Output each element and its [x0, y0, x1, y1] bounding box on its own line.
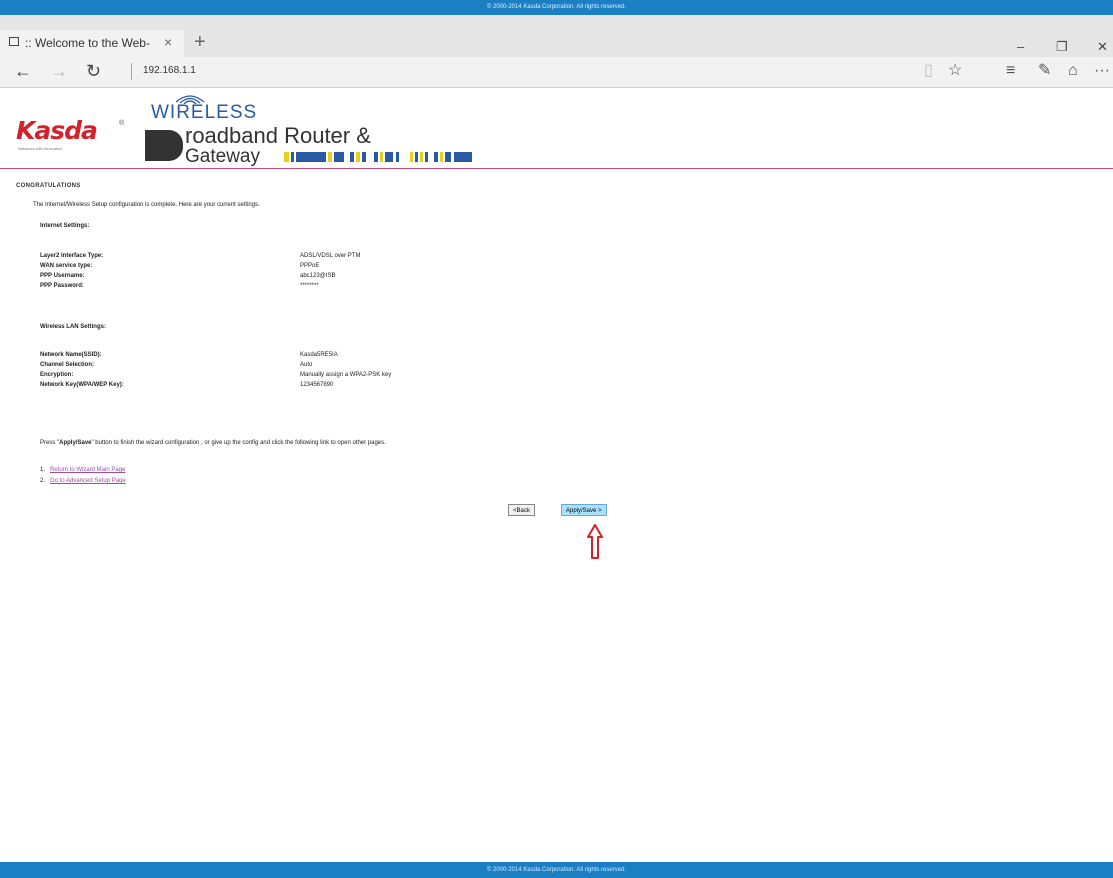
browser-address-bar: ← → ↻ 192.168.1.1 ▯ ☆ ≡ ✎ ⌂ ··· — [0, 57, 1113, 88]
red-arrow-annotation-icon — [587, 524, 603, 559]
forward-icon[interactable]: → — [50, 61, 68, 81]
setting-value: Auto — [300, 362, 313, 368]
instruction-prefix: Press " — [40, 440, 60, 446]
share-icon[interactable]: ⌂ — [1068, 62, 1078, 80]
router-header: Kasda ® Networks with Innovation WIRELES… — [0, 88, 1113, 167]
restore-button[interactable]: ❐ — [1056, 39, 1068, 55]
page-title: CONGRATULATIONS — [16, 183, 81, 189]
product-title-line2: Gateway — [185, 146, 260, 167]
setting-label: Encryption: — [40, 372, 74, 378]
setting-value: ******** — [300, 283, 319, 289]
instruction-suffix: " button to finish the wizard configurat… — [91, 440, 386, 446]
browser-tab[interactable]: :: Welcome to the Web- × — [0, 30, 184, 57]
setting-value: PPPoE — [300, 263, 320, 269]
new-tab-button[interactable]: + — [194, 32, 206, 52]
setting-label: WAN service type: — [40, 263, 93, 269]
tab-title: :: Welcome to the Web- — [25, 36, 150, 50]
minimize-button[interactable]: ‒ — [1017, 39, 1024, 54]
wireless-settings-heading: Wireless LAN Settings: — [40, 324, 106, 330]
kasda-logo: Kasda — [16, 116, 98, 145]
registered-mark: ® — [119, 120, 125, 127]
url-field[interactable]: 192.168.1.1 — [143, 65, 196, 76]
setting-label: Network Key(WPA/WEP Key): — [40, 382, 124, 388]
setting-label: PPP Username: — [40, 273, 85, 279]
big-b-glyph — [145, 130, 183, 161]
browser-tab-strip: :: Welcome to the Web- × + ‒ ❐ ✕ — [0, 15, 1113, 57]
top-copyright-bar: © 2000-2014 Kasda Corporation. All right… — [0, 0, 1113, 15]
apply-save-button[interactable]: Apply/Save > — [561, 504, 607, 516]
wizard-main-page-link[interactable]: Return to Wizard Main Page — [50, 467, 125, 473]
url-separator — [131, 63, 132, 80]
more-icon[interactable]: ··· — [1094, 62, 1110, 80]
tab-close-icon[interactable]: × — [164, 34, 172, 50]
bottom-copyright-bar: © 2000-2014 Kasda Corporation. All right… — [0, 862, 1113, 878]
setting-label: Network Name(SSID): — [40, 352, 102, 358]
setting-value: ADSL/VDSL over PTM — [300, 253, 361, 259]
refresh-icon[interactable]: ↻ — [86, 61, 101, 81]
link-number: 2. — [40, 478, 46, 484]
setting-value: abc123@ISB — [300, 273, 336, 279]
header-divider — [0, 168, 1113, 169]
back-button[interactable]: <Back — [508, 504, 535, 516]
favorite-icon[interactable]: ☆ — [948, 62, 962, 80]
setting-value: Manually assign a WPA2-PSK key — [300, 372, 392, 378]
color-bars-decoration — [284, 152, 472, 162]
intro-text: The Internet/Wireless Setup configuratio… — [33, 202, 260, 208]
top-copyright-text: © 2000-2014 Kasda Corporation. All right… — [486, 4, 627, 10]
back-icon[interactable]: ← — [14, 61, 32, 81]
close-window-button[interactable]: ✕ — [1097, 39, 1108, 55]
internet-settings-heading: Internet Settings: — [40, 223, 90, 229]
setting-value: Kasda5RE5IA — [300, 352, 338, 358]
page-icon — [9, 37, 19, 46]
setting-value: 1234567890 — [300, 382, 334, 388]
bottom-copyright-text: © 2000-2014 Kasda Corporation. All right… — [486, 867, 627, 873]
reading-view-icon[interactable]: ▯ — [924, 62, 933, 80]
instruction-text: Press "Apply/Save" button to finish the … — [40, 440, 386, 446]
setting-label: PPP Password: — [40, 283, 84, 289]
wireless-title: WIRELESS — [151, 102, 258, 123]
web-note-icon[interactable]: ✎ — [1038, 62, 1051, 80]
advanced-setup-page-link[interactable]: Go to Advanced Setup Page — [50, 478, 126, 484]
setting-label: Channel Selection: — [40, 362, 95, 368]
setting-label: Layer2 Interface Type: — [40, 253, 104, 259]
hub-icon[interactable]: ≡ — [1006, 62, 1015, 80]
link-number: 1. — [40, 467, 46, 473]
instruction-bold: Apply/Save — [59, 440, 92, 446]
brand-tagline: Networks with Innovation — [18, 146, 63, 151]
